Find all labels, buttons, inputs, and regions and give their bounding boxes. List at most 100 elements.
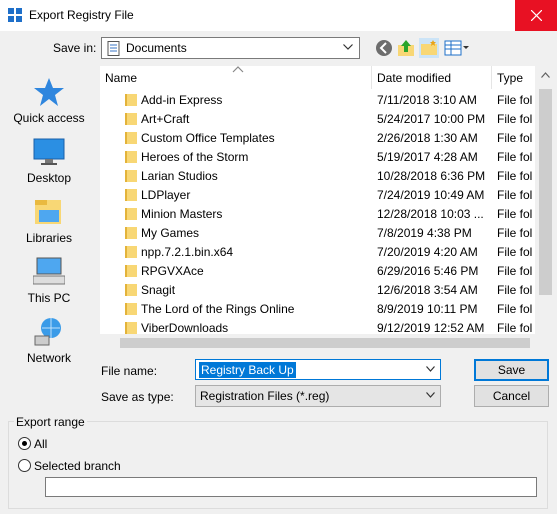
file-type: File fol xyxy=(497,264,533,278)
scroll-up-icon[interactable] xyxy=(541,72,550,78)
column-date-modified[interactable]: Date modified xyxy=(372,66,492,89)
close-icon xyxy=(531,10,542,21)
chevron-down-icon xyxy=(426,392,435,398)
folder-icon xyxy=(125,302,137,318)
radio-all[interactable] xyxy=(18,437,31,450)
folder-icon xyxy=(125,112,137,128)
file-type: File fol xyxy=(497,131,533,145)
star-icon xyxy=(34,78,64,106)
radio-selected-branch-label: Selected branch xyxy=(34,459,121,473)
file-date: 6/29/2016 5:46 PM xyxy=(377,264,479,278)
chevron-down-icon[interactable] xyxy=(426,366,435,372)
file-type: File fol xyxy=(497,188,533,202)
list-item[interactable]: LDPlayer 7/24/2019 10:49 AM File fol xyxy=(100,185,546,204)
list-item[interactable]: Larian Studios 10/28/2018 6:36 PM File fol xyxy=(100,166,546,185)
list-item[interactable]: My Games 7/8/2019 4:38 PM File fol xyxy=(100,223,546,242)
file-date: 7/24/2019 10:49 AM xyxy=(377,188,485,202)
place-label: Libraries xyxy=(25,231,73,245)
list-item[interactable]: Heroes of the Storm 5/19/2017 4:28 AM File… xyxy=(100,147,546,166)
place-this-pc[interactable]: This PC xyxy=(8,254,90,310)
back-icon[interactable] xyxy=(374,38,394,58)
close-button[interactable] xyxy=(515,0,557,31)
file-name: LDPlayer xyxy=(141,188,191,202)
save-in-label: Save in: xyxy=(53,41,97,55)
file-type: File fol xyxy=(497,112,533,126)
view-menu-icon[interactable] xyxy=(444,38,470,58)
save-button[interactable]: Save xyxy=(474,359,549,381)
file-name: Minion Masters xyxy=(141,207,223,221)
file-date: 9/12/2019 12:52 AM xyxy=(377,321,485,334)
file-type: File fol xyxy=(497,226,533,240)
file-list[interactable]: Name Date modified Type Add-in Express 7/… xyxy=(100,66,556,334)
place-label: Quick access xyxy=(13,111,85,125)
chevron-down-icon xyxy=(343,44,353,50)
save-in-dropdown[interactable]: Documents xyxy=(101,37,360,59)
file-date: 12/6/2018 3:54 AM xyxy=(377,283,478,297)
horizontal-scrollbar[interactable] xyxy=(100,334,556,352)
registry-icon xyxy=(8,8,22,22)
save-as-type-dropdown[interactable]: Registration Files (*.reg) xyxy=(195,385,441,407)
vertical-scrollbar[interactable] xyxy=(535,66,556,334)
file-type: File fol xyxy=(497,302,533,316)
list-item[interactable]: RPGVXAce 6/29/2016 5:46 PM File fol xyxy=(100,261,546,280)
file-type: File fol xyxy=(497,169,533,183)
list-item[interactable]: Add-in Express 7/11/2018 3:10 AM File fol xyxy=(100,90,546,109)
up-folder-icon[interactable] xyxy=(396,38,416,58)
file-date: 7/8/2019 4:38 PM xyxy=(377,226,472,240)
list-item[interactable]: Minion Masters 12/28/2018 10:03 ... File f… xyxy=(100,204,546,223)
desktop-icon xyxy=(33,138,65,165)
file-name-input[interactable]: Registry Back Up xyxy=(195,359,441,380)
file-date: 10/28/2018 6:36 PM xyxy=(377,169,486,183)
cancel-button[interactable]: Cancel xyxy=(474,385,549,407)
folder-icon xyxy=(125,150,137,166)
list-item[interactable]: npp.7.2.1.bin.x64 7/20/2019 4:20 AM File f… xyxy=(100,242,546,261)
file-name: Snagit xyxy=(141,283,176,297)
file-date: 7/11/2018 3:10 AM xyxy=(377,93,477,107)
place-desktop[interactable]: Desktop xyxy=(8,134,90,190)
list-item[interactable]: ViberDownloads 9/12/2019 12:52 AM File fol xyxy=(100,318,546,334)
file-name: npp.7.2.1.bin.x64 xyxy=(141,245,234,259)
computer-icon xyxy=(33,257,65,285)
file-name-label: File name: xyxy=(101,364,158,378)
export-range-title: Export range xyxy=(14,415,87,429)
file-name: Add-in Express xyxy=(141,93,223,107)
file-date: 2/26/2018 1:30 AM xyxy=(377,131,478,145)
place-label: This PC xyxy=(27,291,71,305)
scroll-thumb[interactable] xyxy=(539,89,552,295)
radio-selected-branch[interactable] xyxy=(18,459,31,472)
file-type: File fol xyxy=(497,207,533,221)
list-item[interactable]: Art+Craft 5/24/2017 10:00 PM File fol xyxy=(100,109,546,128)
folder-icon xyxy=(125,226,137,242)
file-name: ViberDownloads xyxy=(141,321,229,334)
save-as-type-value: Registration Files (*.reg) xyxy=(200,389,330,403)
new-folder-icon[interactable] xyxy=(419,38,439,58)
file-name: Art+Craft xyxy=(141,112,190,126)
folder-icon xyxy=(125,169,137,185)
file-date: 8/9/2019 10:11 PM xyxy=(377,302,478,316)
place-libraries[interactable]: Libraries xyxy=(8,194,90,250)
title-bar: Export Registry File xyxy=(0,0,557,31)
save-as-type-label: Save as type: xyxy=(101,390,174,404)
file-type: File fol xyxy=(497,245,533,259)
list-item[interactable]: Snagit 12/6/2018 3:54 AM File fol xyxy=(100,280,546,299)
file-type: File fol xyxy=(497,150,533,164)
file-name: RPGVXAce xyxy=(141,264,204,278)
libraries-icon xyxy=(35,200,61,224)
file-name: Larian Studios xyxy=(141,169,218,183)
file-type: File fol xyxy=(497,283,533,297)
network-icon xyxy=(34,318,61,346)
list-item[interactable]: Custom Office Templates 2/26/2018 1:30 AM… xyxy=(100,128,546,147)
documents-icon xyxy=(107,41,120,56)
file-date: 5/24/2017 10:00 PM xyxy=(377,112,486,126)
place-network[interactable]: Network xyxy=(8,314,90,370)
list-item[interactable]: The Lord of the Rings Online 8/9/2019 10:… xyxy=(100,299,546,318)
scroll-thumb[interactable] xyxy=(120,338,530,348)
place-quick-access[interactable]: Quick access xyxy=(8,74,90,130)
place-label: Desktop xyxy=(26,171,72,185)
place-label: Network xyxy=(26,351,71,365)
folder-icon xyxy=(125,131,137,147)
selected-branch-input[interactable] xyxy=(45,477,537,497)
column-name[interactable]: Name xyxy=(100,66,372,89)
window-title: Export Registry File xyxy=(29,8,134,22)
folder-icon xyxy=(125,188,137,204)
